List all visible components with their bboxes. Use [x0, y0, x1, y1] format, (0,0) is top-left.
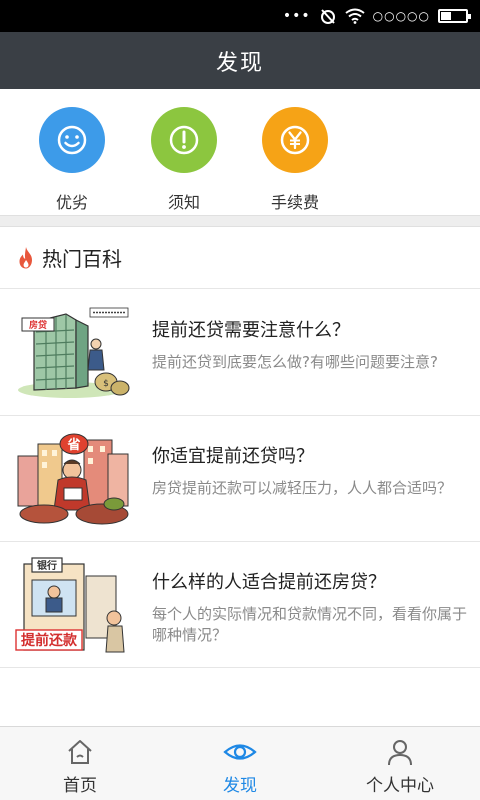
- smile-icon: [39, 107, 105, 173]
- signal-strength: ○○○○○: [372, 9, 430, 23]
- wifi-icon: [345, 8, 365, 24]
- article-thumbnail: 省: [14, 430, 132, 528]
- article-title: 什么样的人适合提前还房贷？: [152, 572, 386, 593]
- article-title: 提前还贷需要注意什么？: [152, 320, 350, 341]
- person-icon: [388, 740, 412, 766]
- quick-link-fees[interactable]: 手续费: [240, 107, 350, 213]
- thumbnail-sign-text: 省: [66, 437, 80, 453]
- article-item[interactable]: 省 你适宜提前还贷吗？ 房贷提前还款可以减轻压力，人人都合适吗？: [0, 416, 480, 542]
- tab-label: 发现: [223, 776, 257, 796]
- quick-links: 优劣 须知 手续费: [0, 89, 480, 215]
- eye-icon: [223, 744, 257, 760]
- thumbnail-banner-text: 提前还款: [21, 632, 78, 649]
- article-item[interactable]: 房贷 $ 提前还贷需要注意什么？ 提前还贷到底要怎么做?有哪些问题要注意?: [0, 290, 480, 416]
- article-thumbnail: 银行 提前还款: [14, 556, 132, 654]
- svg-text:$: $: [103, 379, 109, 389]
- alarm-off-icon: [320, 9, 335, 24]
- tab-label: 个人中心: [366, 776, 434, 796]
- exclamation-icon: [151, 107, 217, 173]
- thumbnail-sign-text: 银行: [37, 559, 57, 572]
- article-description: 房贷提前还款可以减轻压力，人人都合适吗？: [152, 479, 453, 497]
- tab-discover[interactable]: 发现: [160, 737, 320, 796]
- notification-dots: •••: [282, 8, 311, 24]
- article-description: 提前还贷到底要怎么做?有哪些问题要注意?: [152, 353, 438, 371]
- status-indicators: ••• ○○○○○: [282, 7, 471, 25]
- yen-icon: [262, 107, 328, 173]
- quick-link-label: 手续费: [270, 193, 319, 212]
- article-thumbnail: 房贷 $: [14, 304, 132, 402]
- fire-icon: [19, 246, 32, 268]
- bottom-tab-bar: 首页 发现 个人中心: [0, 726, 480, 800]
- quick-link-notice[interactable]: 须知: [129, 107, 239, 213]
- article-description: 每个人的实际情况和贷款情况不同，看看你属于哪种情况？: [152, 605, 468, 644]
- quick-link-pros-cons[interactable]: 优劣: [17, 107, 127, 213]
- tab-label: 首页: [63, 776, 97, 796]
- quick-link-label: 须知: [167, 193, 200, 212]
- article-item[interactable]: 银行 提前还款 什么样的人适合提前还房贷？ 每个人的实际情况和贷款情况不同，看看…: [0, 542, 480, 668]
- section-header: 热门百科: [0, 227, 480, 289]
- article-title: 你适宜提前还贷吗？: [152, 446, 314, 467]
- battery-icon: [438, 9, 471, 23]
- quick-link-label: 优劣: [55, 193, 88, 212]
- page-title: 发现: [215, 50, 264, 76]
- home-icon: [68, 740, 92, 764]
- thumbnail-sign-text: 房贷: [29, 319, 47, 331]
- section-title: 热门百科: [42, 247, 122, 271]
- status-bar: ••• ○○○○○: [0, 0, 480, 32]
- title-bar: 发现: [0, 32, 480, 89]
- tab-profile[interactable]: 个人中心: [320, 737, 480, 796]
- tab-home[interactable]: 首页: [0, 737, 160, 796]
- section-divider: [0, 215, 480, 227]
